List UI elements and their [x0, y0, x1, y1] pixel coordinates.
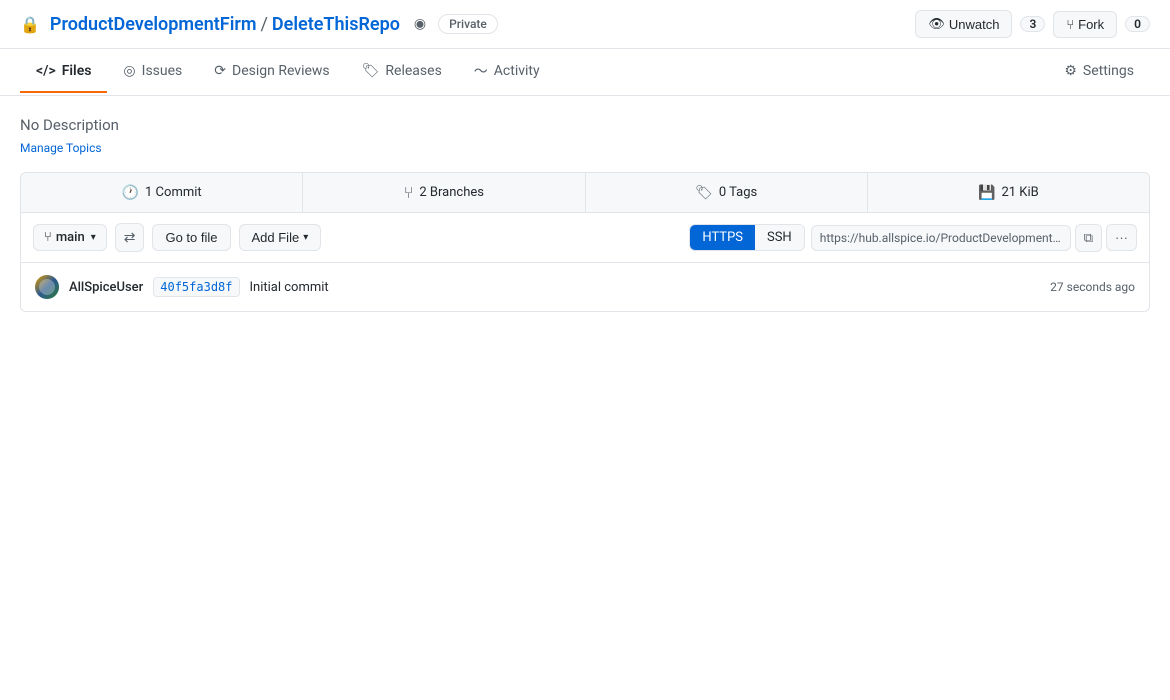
copy-url-button[interactable]: ⧉: [1075, 224, 1102, 252]
size-label: 21 KiB: [1001, 185, 1038, 200]
manage-topics-link[interactable]: Manage Topics: [20, 141, 102, 155]
add-file-label: Add File: [252, 230, 300, 245]
commit-time: 27 seconds ago: [1050, 280, 1135, 294]
ssh-label: SSH: [767, 230, 792, 245]
commit-author[interactable]: AllSpiceUser: [69, 280, 143, 295]
fork-count: 0: [1125, 16, 1150, 32]
repo-description: No Description: [20, 116, 1150, 134]
releases-tab-label: Releases: [385, 63, 441, 79]
protocol-tabs: HTTPS SSH: [689, 224, 804, 251]
compare-button[interactable]: ⇄: [115, 223, 145, 252]
stats-bar: 🕐 1 Commit ⑂ 2 Branches 🏷 0 Tags 💾 21 Ki…: [20, 172, 1150, 213]
goto-file-label: Go to file: [165, 230, 217, 245]
tab-releases[interactable]: 🏷 Releases: [346, 51, 458, 93]
path-separator: /: [260, 14, 267, 35]
size-icon: 💾: [978, 185, 995, 201]
size-stat: 💾 21 KiB: [868, 173, 1149, 212]
issues-tab-label: Issues: [142, 63, 183, 79]
url-group: HTTPS SSH https://hub.allspice.io/Produc…: [689, 224, 1137, 252]
more-options-button[interactable]: ···: [1106, 224, 1137, 251]
tab-activity[interactable]: 〜 Activity: [458, 49, 556, 95]
tags-label: 0 Tags: [719, 185, 757, 200]
nav-tabs: </> Files ◎ Issues ⟳ Design Reviews 🏷 Re…: [0, 49, 1170, 96]
repo-link[interactable]: DeleteThisRepo: [272, 14, 400, 35]
activity-tab-label: Activity: [494, 63, 540, 79]
repo-path: ProductDevelopmentFirm / DeleteThisRepo: [50, 14, 400, 35]
top-bar-actions: 👁 Unwatch 3 ⑂ Fork 0: [915, 10, 1150, 38]
files-icon: </>: [36, 63, 56, 79]
tags-icon: 🏷: [695, 185, 713, 201]
design-reviews-icon: ⟳: [214, 63, 226, 79]
activity-icon: 〜: [474, 61, 488, 81]
feed-icon[interactable]: ◉: [414, 16, 426, 32]
toolbar: ⑂ main ▾ ⇄ Go to file Add File ▾ HTTPS S…: [20, 213, 1150, 263]
goto-file-button[interactable]: Go to file: [152, 224, 230, 251]
avatar-image: [35, 275, 59, 299]
unwatch-label: Unwatch: [949, 17, 1000, 32]
branch-selector[interactable]: ⑂ main ▾: [33, 224, 107, 251]
avatar: [35, 275, 59, 299]
releases-icon: 🏷: [362, 63, 380, 79]
tab-files[interactable]: </> Files: [20, 51, 107, 93]
issues-icon: ◎: [123, 63, 135, 79]
settings-tab-label: Settings: [1083, 63, 1134, 79]
tab-issues[interactable]: ◎ Issues: [107, 51, 198, 93]
tab-design-reviews[interactable]: ⟳ Design Reviews: [198, 51, 345, 93]
top-bar: 🔒 ProductDevelopmentFirm / DeleteThisRep…: [0, 0, 1170, 49]
tab-settings[interactable]: ⚙ Settings: [1048, 51, 1150, 93]
settings-icon: ⚙: [1064, 63, 1077, 79]
branches-icon: ⑂: [404, 183, 414, 202]
unwatch-button[interactable]: 👁 Unwatch: [915, 10, 1012, 38]
branch-name: main: [56, 230, 85, 245]
fork-button[interactable]: ⑂ Fork: [1053, 11, 1117, 38]
design-reviews-tab-label: Design Reviews: [232, 63, 330, 79]
https-label: HTTPS: [702, 230, 743, 245]
branch-icon: ⑂: [44, 230, 52, 245]
commits-label: 1 Commit: [145, 185, 202, 200]
branches-stat[interactable]: ⑂ 2 Branches: [303, 173, 585, 212]
commit-message: Initial commit: [250, 280, 329, 295]
clone-url[interactable]: https://hub.allspice.io/ProductDevelopme…: [811, 225, 1071, 251]
main-content: No Description Manage Topics 🕐 1 Commit …: [0, 96, 1170, 332]
commit-hash[interactable]: 40f5fa3d8f: [153, 277, 239, 297]
fork-icon: ⑂: [1066, 17, 1074, 32]
branches-label: 2 Branches: [419, 185, 484, 200]
add-file-chevron-icon: ▾: [303, 232, 308, 243]
ssh-tab[interactable]: SSH: [755, 225, 804, 250]
lock-icon: 🔒: [20, 15, 40, 34]
commits-stat[interactable]: 🕐 1 Commit: [21, 173, 303, 212]
tags-stat[interactable]: 🏷 0 Tags: [586, 173, 868, 212]
commit-row: AllSpiceUser 40f5fa3d8f Initial commit 2…: [20, 263, 1150, 312]
copy-icon: ⧉: [1084, 230, 1093, 246]
org-link[interactable]: ProductDevelopmentFirm: [50, 14, 257, 35]
fork-label: Fork: [1078, 17, 1104, 32]
private-badge: Private: [438, 14, 498, 34]
watch-count: 3: [1020, 16, 1045, 32]
files-tab-label: Files: [62, 63, 92, 79]
add-file-button[interactable]: Add File ▾: [239, 224, 322, 251]
commits-icon: 🕐: [122, 185, 139, 201]
https-tab[interactable]: HTTPS: [690, 225, 755, 250]
chevron-down-icon: ▾: [91, 232, 96, 243]
compare-icon: ⇄: [124, 229, 136, 246]
eye-icon: 👁: [928, 16, 945, 32]
more-icon: ···: [1115, 230, 1128, 245]
